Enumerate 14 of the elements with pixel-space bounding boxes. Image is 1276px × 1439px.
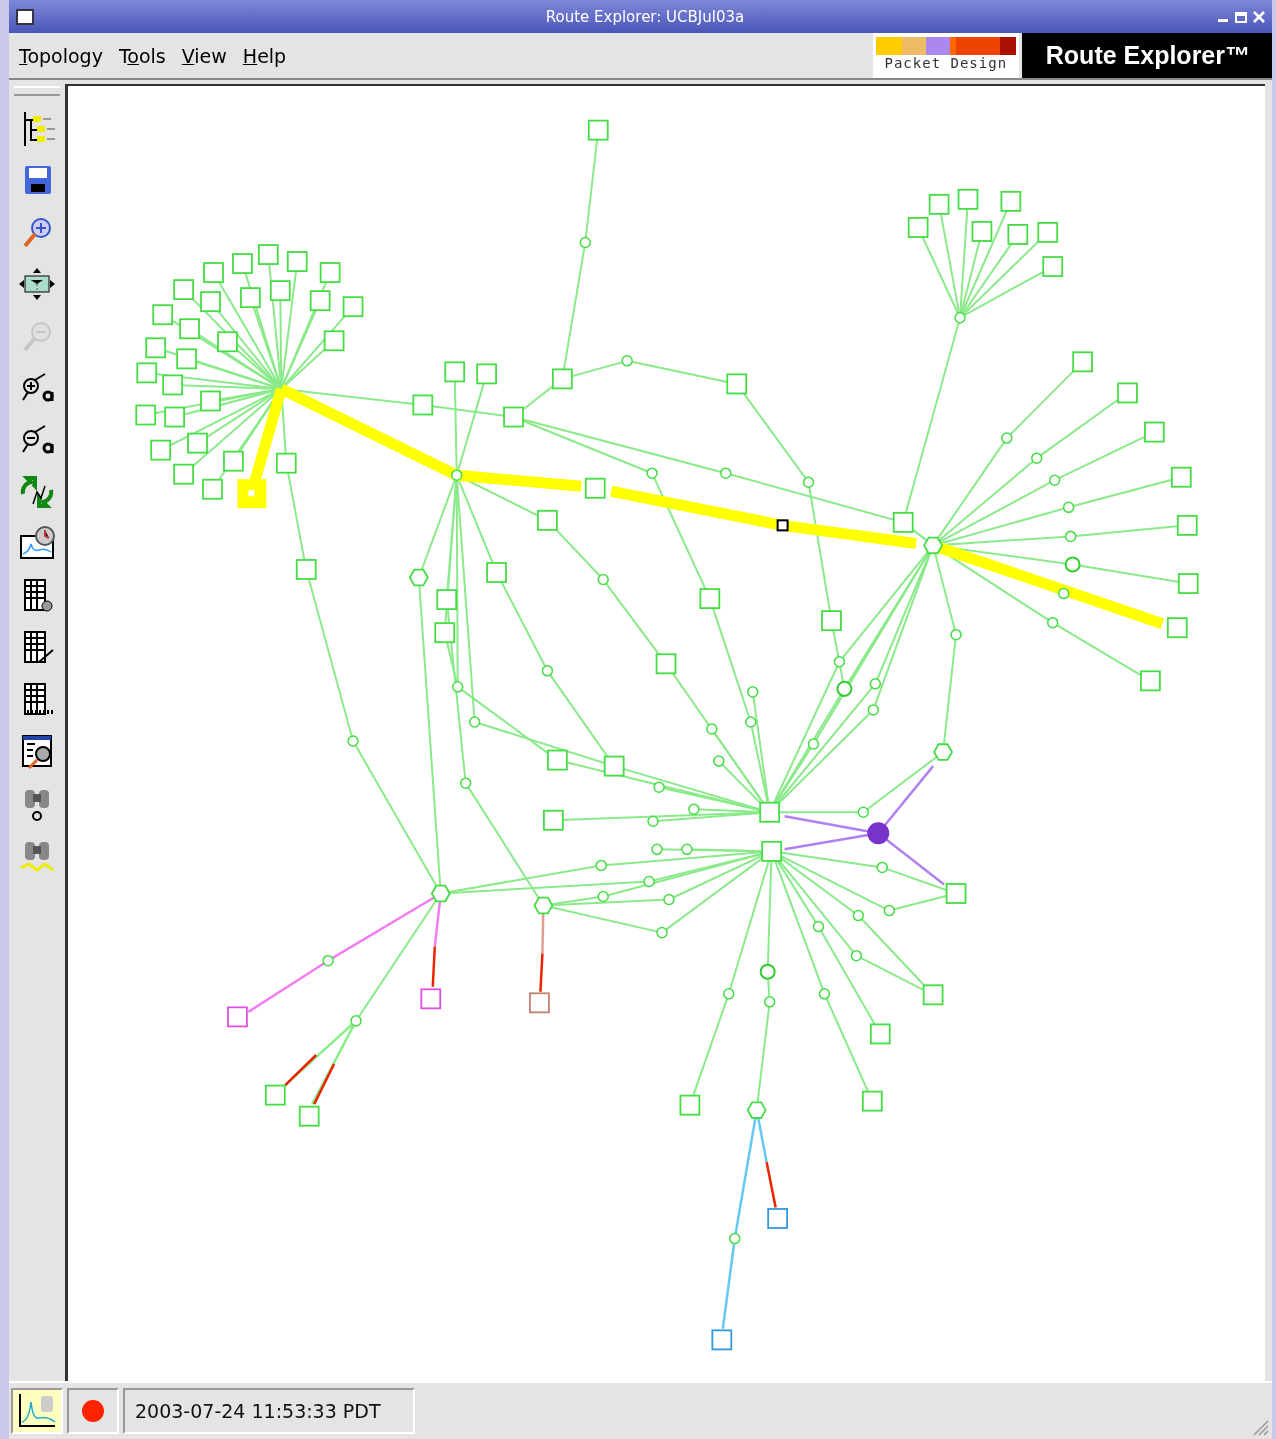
menu-item[interactable]: Tools xyxy=(118,44,166,67)
window-title: Route Explorer: UCBJul03a xyxy=(544,7,746,26)
toolbar-grip[interactable] xyxy=(14,86,60,96)
menu-item[interactable]: Topology xyxy=(19,44,103,67)
close-icon[interactable] xyxy=(1252,9,1266,24)
menu-item[interactable]: Help xyxy=(242,44,287,67)
chart-status-icon[interactable] xyxy=(11,1388,63,1434)
timestamp: 2003-07-24 11:53:33 PDT xyxy=(123,1388,415,1434)
company-name: Packet Design xyxy=(884,55,1008,71)
menu-item[interactable]: View xyxy=(181,44,227,67)
product-name: Route Explorer™ xyxy=(1045,41,1250,70)
maximize-icon[interactable] xyxy=(1234,9,1248,24)
color-bar-logo-icon xyxy=(875,37,1016,55)
window-menu-icon[interactable] xyxy=(16,8,34,25)
